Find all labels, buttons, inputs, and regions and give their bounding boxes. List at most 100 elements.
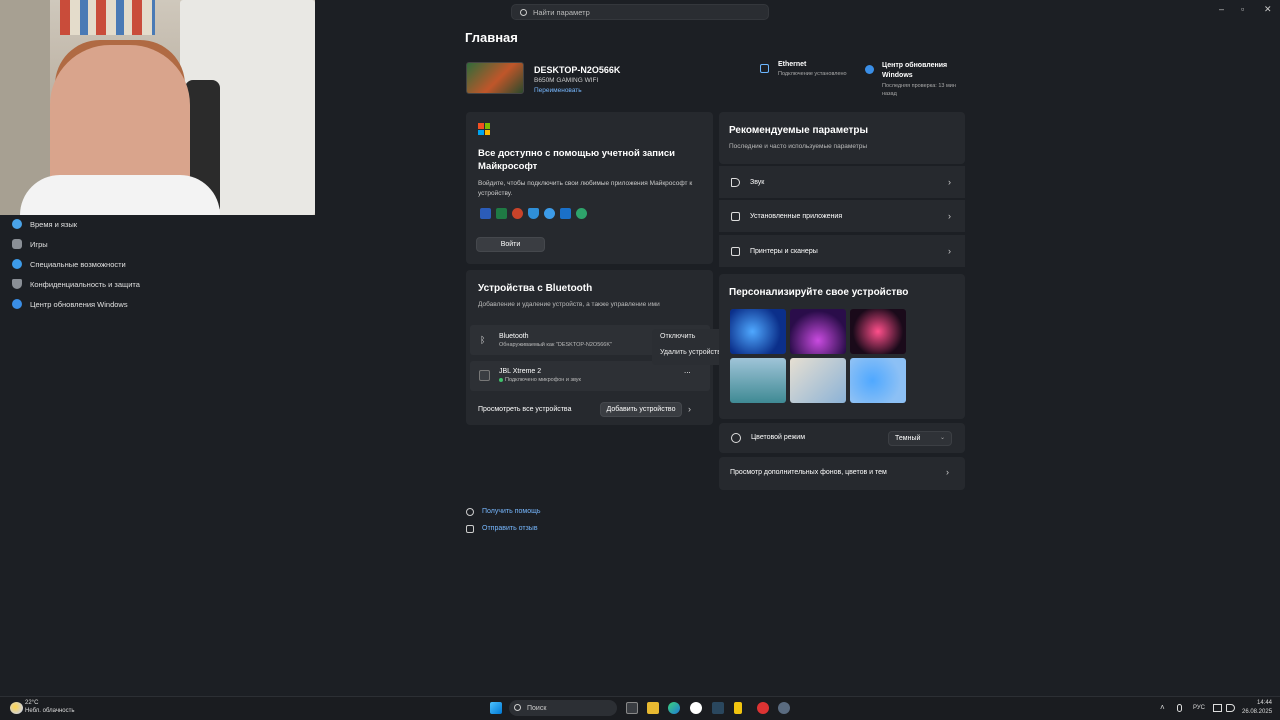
file-explorer-icon[interactable]	[647, 702, 659, 714]
weather-desc: Небл. облачность	[25, 708, 75, 714]
settings-icon[interactable]	[778, 702, 790, 714]
color-mode-select[interactable]: Темный ⌄	[888, 431, 952, 446]
add-device-button[interactable]: Добавить устройство	[600, 402, 682, 417]
ethernet-title[interactable]: Ethernet	[778, 61, 806, 68]
task-view-icon[interactable]	[626, 702, 638, 714]
chevron-right-icon: ›	[946, 467, 949, 477]
sidebar-item-time-language[interactable]: Время и язык	[12, 214, 140, 234]
more-options-button[interactable]: ...	[684, 366, 691, 375]
update-status: Последняя проверка: 13 мин назад	[882, 83, 956, 97]
view-all-devices-link[interactable]: Просмотреть все устройства	[478, 406, 571, 413]
chevron-right-icon: ›	[948, 211, 951, 221]
bluetooth-row-subtitle: Обнаруживаемый как "DESKTOP-N2O566K"	[499, 342, 612, 348]
menu-item-disconnect[interactable]: Отключить	[660, 333, 695, 340]
update-icon	[865, 65, 874, 74]
theme-thumbnail-bloom-blue[interactable]	[730, 309, 786, 354]
defender-icon	[528, 208, 539, 219]
feedback-link[interactable]: Отправить отзыв	[482, 525, 538, 532]
recommended-item-installed-apps[interactable]: Установленные приложения ›	[719, 199, 965, 232]
device-name: DESKTOP-N2O566K	[534, 65, 621, 75]
theme-thumbnail-flower[interactable]	[850, 309, 906, 354]
chevron-right-icon: ›	[948, 177, 951, 187]
update-title[interactable]: Центр обновления Windows	[882, 61, 962, 81]
palette-icon	[731, 433, 741, 443]
theme-thumbnail-bloom-light[interactable]	[850, 358, 906, 403]
search-icon	[514, 704, 521, 711]
word-icon	[480, 208, 491, 219]
sidebar-item-accessibility[interactable]: Специальные возможности	[12, 254, 140, 274]
printer-icon	[731, 246, 740, 256]
onedrive-icon	[544, 208, 555, 219]
recommended-card	[719, 112, 965, 164]
get-help-link[interactable]: Получить помощь	[482, 508, 541, 515]
shield-icon	[12, 279, 22, 289]
bluetooth-icon: ᛒ	[480, 335, 486, 345]
gamepad-icon	[12, 239, 22, 249]
rename-link[interactable]: Переименовать	[534, 87, 582, 94]
volume-icon[interactable]	[1226, 704, 1235, 712]
help-icon	[466, 508, 474, 516]
globe-clock-icon	[12, 219, 22, 229]
sidebar-item-privacy[interactable]: Конфиденциальность и защита	[12, 274, 140, 294]
network-icon[interactable]	[1213, 704, 1222, 712]
connected-dot-icon	[499, 378, 503, 382]
theme-thumbnail-lake[interactable]	[730, 358, 786, 403]
color-mode-label: Цветовой режим	[751, 434, 806, 441]
sidebar-nav: Время и язык Игры Специальные возможност…	[12, 214, 140, 314]
apps-list-icon	[731, 211, 740, 221]
powerpoint-icon	[512, 208, 523, 219]
microsoft-logo-icon	[478, 123, 490, 135]
app-red-icon[interactable]	[757, 702, 769, 714]
chevron-down-icon: ⌄	[939, 435, 945, 441]
speaker-icon	[731, 177, 740, 187]
yandex-browser-icon[interactable]	[690, 702, 702, 714]
theme-thumbnail-purple[interactable]	[790, 309, 846, 354]
chevron-right-icon: ›	[948, 246, 951, 256]
sidebar-item-windows-update[interactable]: Центр обновления Windows	[12, 294, 140, 314]
microphone-icon[interactable]	[1177, 704, 1182, 712]
weather-icon[interactable]	[10, 702, 23, 714]
minimize-button[interactable]: –	[1219, 4, 1224, 14]
bluetooth-card-title: Устройства с Bluetooth	[478, 283, 593, 294]
sign-in-button[interactable]: Войти	[476, 237, 545, 252]
recommended-item-sound[interactable]: Звук ›	[719, 165, 965, 198]
language-indicator[interactable]: РУС	[1193, 705, 1205, 711]
maximize-button[interactable]: ▫	[1241, 4, 1244, 14]
close-button[interactable]: ✕	[1264, 4, 1272, 15]
recommended-subtitle: Последние и часто используемые параметры	[729, 143, 868, 150]
search-icon	[520, 8, 527, 16]
recommended-item-printers[interactable]: Принтеры и сканеры ›	[719, 234, 965, 267]
outlook-icon	[560, 208, 571, 219]
device-wallpaper-thumbnail	[466, 62, 524, 94]
clock-date[interactable]: 26.08.2025	[1242, 709, 1272, 715]
bluetooth-card-subtitle: Добавление и удаление устройств, а также…	[478, 301, 660, 308]
sidebar-item-gaming[interactable]: Игры	[12, 234, 140, 254]
menu-item-remove-device[interactable]: Удалить устройство	[660, 349, 725, 356]
clock-time[interactable]: 14:44	[1257, 700, 1272, 706]
tray-chevron-up-icon[interactable]: ˄	[1160, 703, 1165, 712]
accessibility-icon	[12, 259, 22, 269]
device-name-jbl: JBL Xtreme 2	[499, 368, 542, 375]
app-icon[interactable]	[734, 702, 742, 714]
steam-icon[interactable]	[712, 702, 724, 714]
search-input[interactable]: Найти параметр	[511, 4, 769, 20]
personalize-title: Персонализируйте свое устройство	[729, 287, 909, 298]
family-icon	[576, 208, 587, 219]
edge-icon[interactable]	[668, 702, 680, 714]
start-button[interactable]	[490, 702, 502, 714]
webcam-overlay	[0, 0, 315, 215]
ms-card-title: Все доступно с помощью учетной записи Ма…	[478, 148, 676, 172]
recommended-title: Рекомендуемые параметры	[729, 125, 869, 136]
chevron-right-icon: ›	[688, 404, 691, 414]
speaker-icon	[479, 370, 490, 381]
theme-thumbnail-light[interactable]	[790, 358, 846, 403]
bluetooth-row-title: Bluetooth	[499, 333, 529, 340]
update-icon	[12, 299, 22, 309]
ethernet-status: Подключение установлено	[778, 71, 847, 77]
taskbar-search[interactable]: Поиск	[509, 700, 617, 716]
ms-apps-row	[480, 208, 587, 219]
device-row-jbl[interactable]	[470, 361, 710, 391]
taskbar	[0, 696, 1280, 720]
page-title: Главная	[465, 30, 518, 45]
more-themes-label: Просмотр дополнительных фонов, цветов и …	[730, 469, 887, 476]
